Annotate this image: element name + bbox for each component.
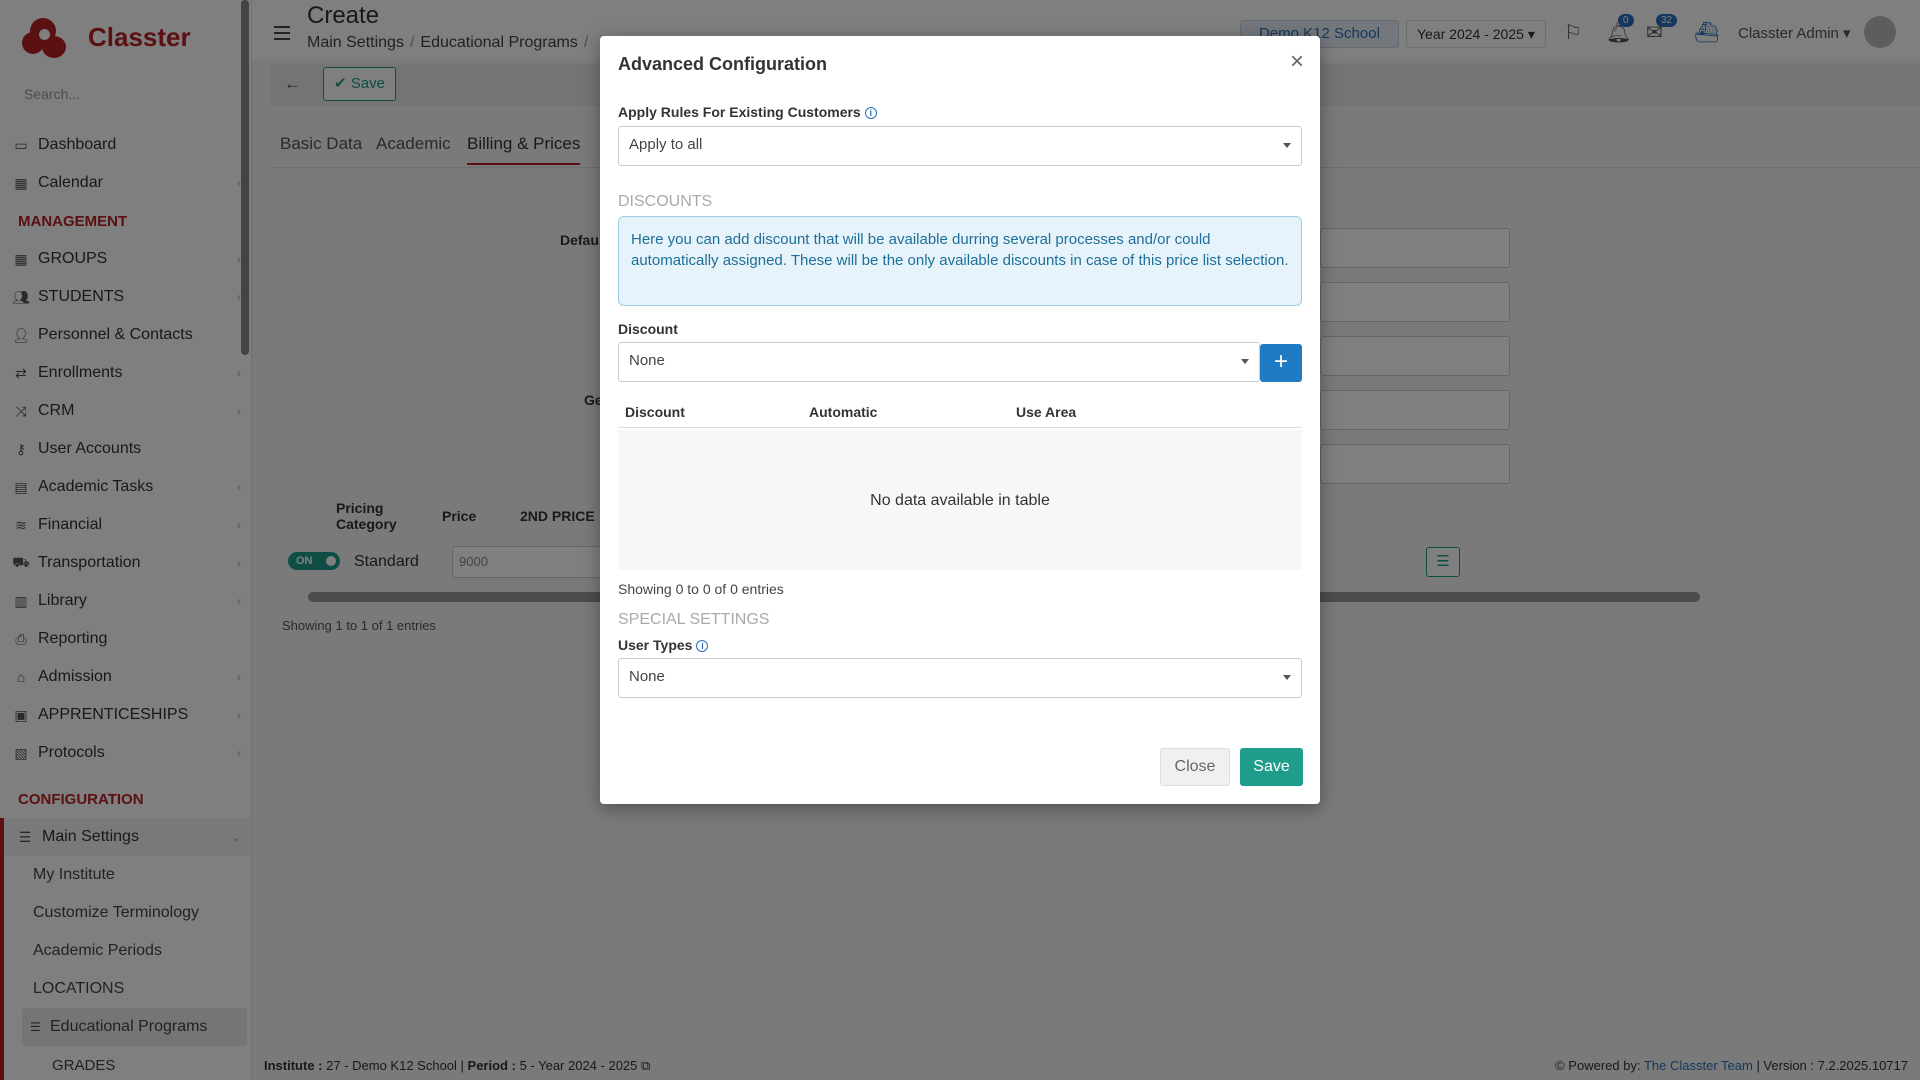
discount-label: Discount <box>618 321 678 337</box>
caret-down-icon <box>1283 675 1291 680</box>
apply-rules-label: Apply Rules For Existing Customers i <box>618 104 877 120</box>
col-automatic[interactable]: Automatic <box>809 404 877 420</box>
table-empty-message: No data available in table <box>870 492 1050 509</box>
col-use-area[interactable]: Use Area <box>1016 404 1076 420</box>
user-types-select[interactable]: None <box>618 658 1302 698</box>
modal-title: Advanced Configuration <box>618 54 828 74</box>
discount-table-header: Discount Automatic Use Area <box>618 398 1302 428</box>
add-discount-button[interactable]: + <box>1260 344 1302 382</box>
info-icon[interactable]: i <box>696 640 709 652</box>
discounts-section-title: DISCOUNTS <box>618 193 713 210</box>
apply-rules-value: Apply to all <box>629 136 703 153</box>
user-types-value: None <box>629 668 665 685</box>
advanced-configuration-modal: Advanced Configuration × Apply Rules For… <box>600 36 1320 804</box>
discount-table-body: No data available in table <box>618 430 1302 570</box>
caret-down-icon <box>1283 143 1291 148</box>
close-icon[interactable]: × <box>1290 50 1304 74</box>
modal-save-button[interactable]: Save <box>1240 748 1303 786</box>
user-types-label: User Types i <box>618 637 709 653</box>
caret-down-icon <box>1241 359 1249 364</box>
apply-rules-select[interactable]: Apply to all <box>618 126 1302 166</box>
col-discount[interactable]: Discount <box>625 404 685 420</box>
discount-table-info: Showing 0 to 0 of 0 entries <box>618 581 784 597</box>
discounts-info-alert: Here you can add discount that will be a… <box>618 216 1302 306</box>
close-button[interactable]: Close <box>1160 748 1230 786</box>
discount-select[interactable]: None <box>618 342 1260 382</box>
special-settings-title: SPECIAL SETTINGS <box>618 611 770 628</box>
user-types-label-text: User Types <box>618 637 693 653</box>
apply-rules-label-text: Apply Rules For Existing Customers <box>618 104 861 120</box>
info-icon[interactable]: i <box>864 107 877 119</box>
discount-value: None <box>629 352 665 369</box>
